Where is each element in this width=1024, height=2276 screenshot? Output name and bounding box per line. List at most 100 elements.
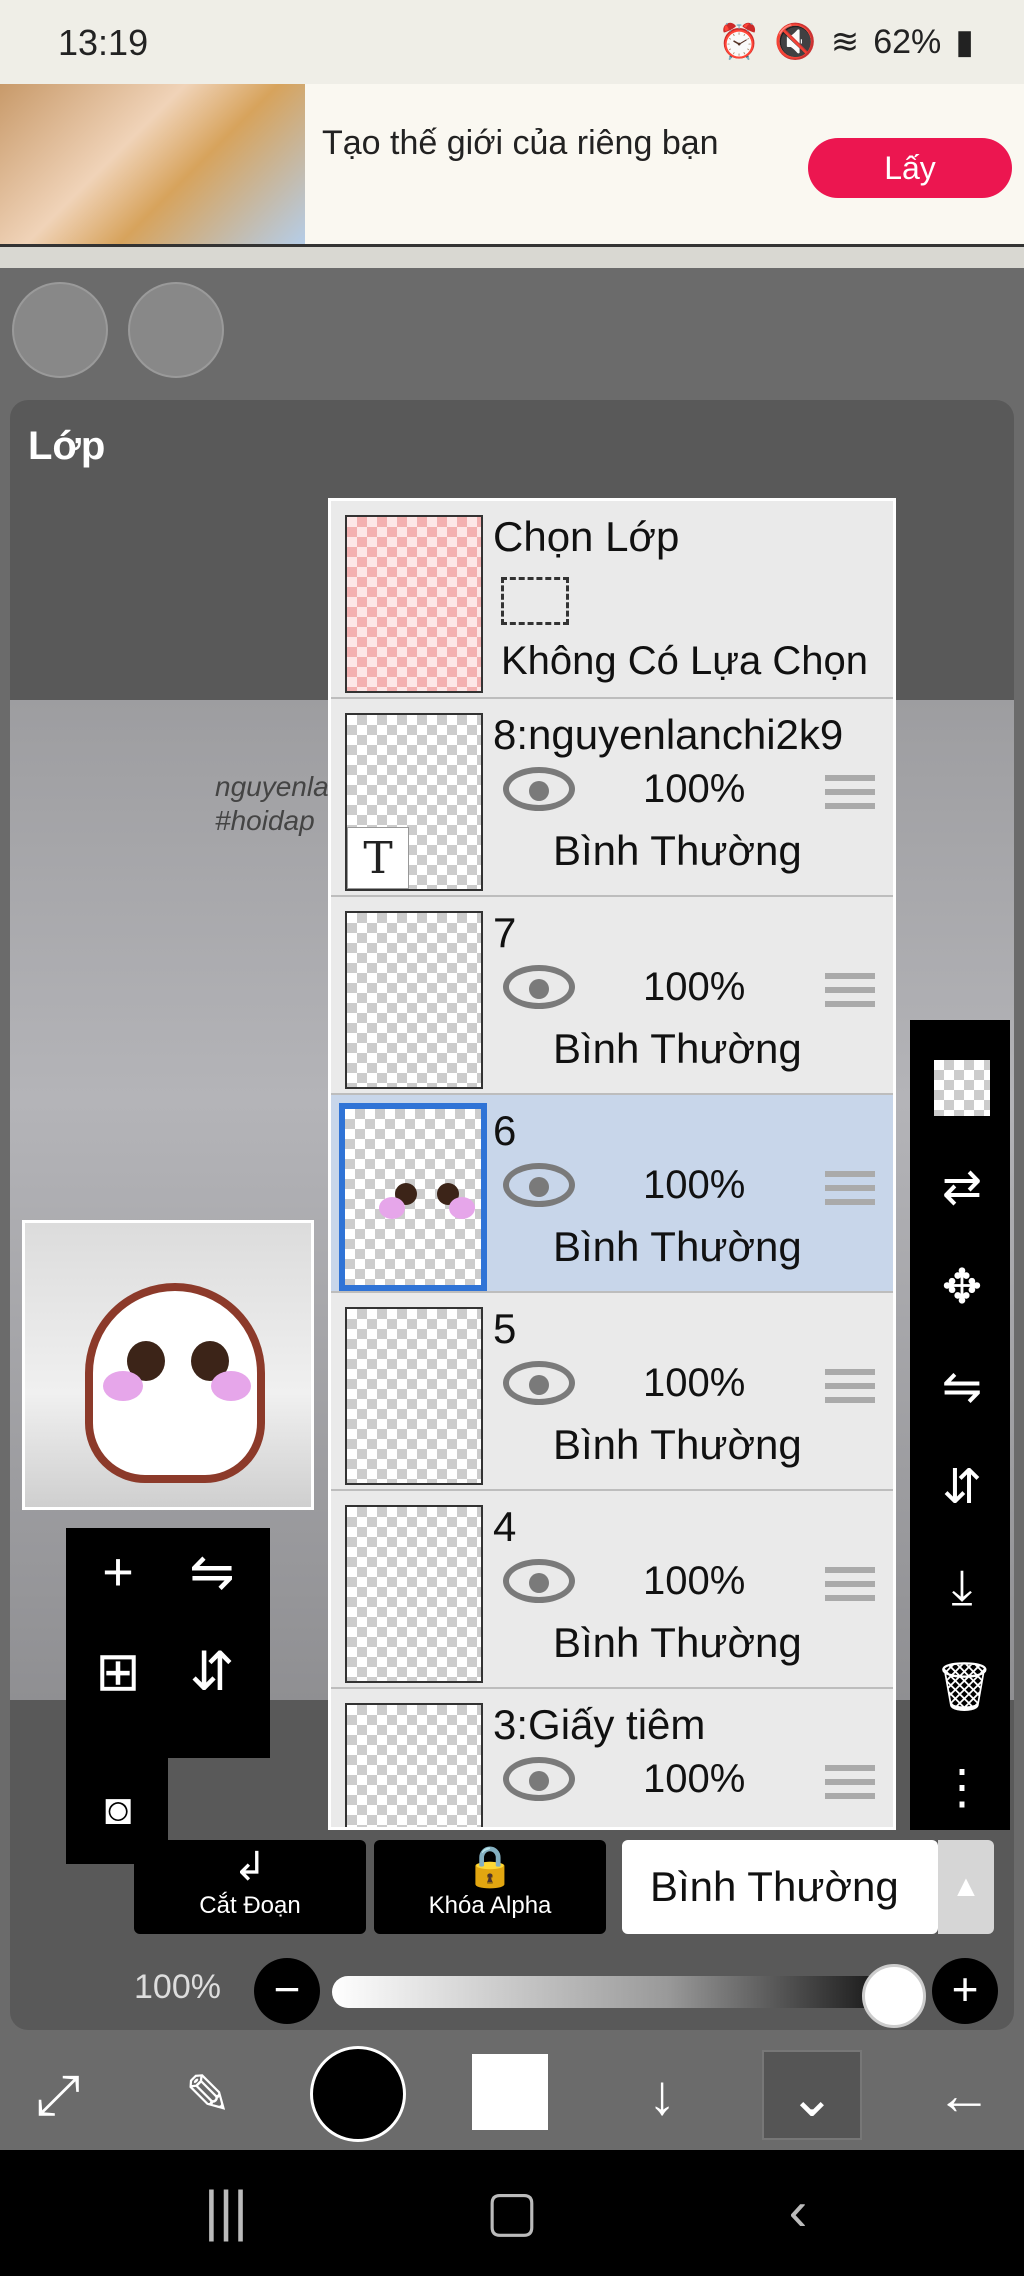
recent-apps-icon[interactable]: ||| — [186, 2178, 266, 2243]
flip-vertical-icon[interactable]: ⇵ — [182, 1642, 242, 1702]
eye-icon[interactable] — [503, 1757, 575, 1801]
flip-horizontal-icon[interactable]: ⇋ — [182, 1542, 242, 1602]
layer-opacity: 100% — [643, 1559, 746, 1603]
mute-icon: 🔇 — [774, 23, 817, 61]
status-time: 13:19 — [58, 22, 149, 63]
camera-icon[interactable]: ◙ — [88, 1780, 148, 1840]
ad-banner[interactable]: Tạo thế giới của riêng bạn Lấy — [0, 84, 1024, 244]
text-layer-icon: T — [347, 827, 409, 889]
panel-title: Lớp — [28, 424, 106, 468]
swap-layer-icon[interactable]: ⇄ — [934, 1160, 990, 1216]
selection-thumbnail — [345, 515, 483, 693]
checker-icon[interactable] — [934, 1060, 990, 1116]
layer-row-4[interactable]: 4 100% Bình Thường — [331, 1491, 893, 1689]
layer-right-tools: ⇄ ✥ ⇋ ⇵ ⤓ 🗑 ⋮ — [910, 1020, 1010, 1830]
eye-icon[interactable] — [503, 1163, 575, 1207]
add-layer-icon[interactable]: + — [88, 1542, 148, 1602]
status-icons: ⏰ 🔇 ≋ 62% ▮ — [718, 22, 974, 62]
blend-mode-arrow-icon[interactable]: ▲ — [938, 1840, 994, 1934]
merge-down-icon[interactable]: ⤓ — [934, 1560, 990, 1616]
canvas-preview[interactable] — [22, 1220, 314, 1510]
ad-text: Tạo thế giới của riêng bạn — [322, 124, 719, 162]
layer-panel: Lớp nguyenla #hoidap + ⇋ ⊞ ⇵ ◙ Chọn Lớp … — [10, 400, 1014, 2030]
opacity-decrease-button[interactable]: − — [254, 1958, 320, 2024]
opacity-slider-thumb[interactable] — [862, 1964, 926, 2028]
undo-redo-row — [0, 268, 1024, 398]
flip-vertical-icon[interactable]: ⇵ — [934, 1460, 990, 1516]
home-icon[interactable]: ▢ — [472, 2178, 552, 2244]
watermark-line2: #hoidap — [215, 805, 315, 836]
layer-name: 7 — [493, 909, 517, 956]
drag-handle-icon[interactable] — [825, 1567, 875, 1607]
layers-toggle-icon[interactable]: ⌄ — [762, 2050, 862, 2140]
back-icon[interactable]: ‹ — [758, 2178, 838, 2243]
secondary-color-swatch[interactable] — [472, 2054, 548, 2130]
layer-row-3[interactable]: 3:Giấy tiêm 100% — [331, 1689, 893, 1827]
alpha-lock-button[interactable]: 🔒 Khóa Alpha — [374, 1840, 606, 1934]
battery-icon: ▮ — [955, 23, 974, 61]
layer-opacity: 100% — [643, 1361, 746, 1405]
divider — [0, 244, 1024, 268]
layer-thumbnail — [345, 1703, 483, 1827]
ad-image[interactable] — [0, 84, 305, 244]
down-arrow-icon[interactable]: ↓ — [612, 2050, 712, 2140]
opacity-increase-button[interactable]: + — [932, 1958, 998, 2024]
layer-blend-mode: Bình Thường — [553, 1223, 802, 1270]
layer-opacity: 100% — [643, 1163, 746, 1207]
drag-handle-icon[interactable] — [825, 973, 875, 1013]
selection-marquee-icon — [501, 577, 569, 625]
move-icon[interactable]: ✥ — [934, 1260, 990, 1316]
layer-blend-mode: Bình Thường — [553, 1421, 802, 1468]
layer-row-7[interactable]: 7 100% Bình Thường — [331, 897, 893, 1095]
layer-blend-mode: Bình Thường — [553, 1619, 802, 1666]
blend-mode-select[interactable]: Bình Thường — [622, 1840, 938, 1934]
opacity-value: 100% — [134, 1968, 221, 2006]
layer-row-5[interactable]: 5 100% Bình Thường — [331, 1293, 893, 1491]
selection-layer-row[interactable]: Chọn Lớp Không Có Lựa Chọn — [331, 501, 893, 699]
layer-opacity: 100% — [643, 1757, 746, 1801]
ad-get-button[interactable]: Lấy — [808, 138, 1012, 198]
eye-icon[interactable] — [503, 767, 575, 811]
back-arrow-icon[interactable]: ← — [914, 2050, 1014, 2140]
brush-tool-icon[interactable]: ✎ — [158, 2050, 258, 2140]
primary-color-swatch[interactable] — [310, 2046, 406, 2142]
drag-handle-icon[interactable] — [825, 1171, 875, 1211]
redo-button[interactable] — [128, 282, 224, 378]
undo-button[interactable] — [12, 282, 108, 378]
more-icon[interactable]: ⋮ — [934, 1760, 990, 1816]
drag-handle-icon[interactable] — [825, 1765, 875, 1805]
layer-bottom-controls: ↲ Cắt Đoạn 🔒 Khóa Alpha Bình Thường ▲ 10… — [10, 1840, 1014, 2030]
trash-icon[interactable]: 🗑 — [934, 1660, 995, 1716]
clip-label: Cắt Đoạn — [199, 1892, 301, 1919]
opacity-slider[interactable] — [332, 1976, 892, 2008]
transform-tool-icon[interactable]: ⤢ — [8, 2050, 108, 2140]
layer-opacity: 100% — [643, 965, 746, 1009]
main-toolbar: ⤢ ✎ ↓ ⌄ ← — [0, 2040, 1024, 2150]
eye-icon[interactable] — [503, 1361, 575, 1405]
layer-name: 8:nguyenlanchi2k9 — [493, 711, 844, 758]
eye-icon[interactable] — [503, 1559, 575, 1603]
alpha-lock-label: Khóa Alpha — [428, 1892, 552, 1919]
layer-thumbnail: T — [345, 713, 483, 891]
layer-thumbnail — [345, 1505, 483, 1683]
watermark-line1: nguyenla — [215, 771, 329, 802]
add-layer-copy-icon[interactable]: ⊞ — [88, 1642, 148, 1702]
layer-row-6[interactable]: 6 100% Bình Thường — [331, 1095, 893, 1293]
clip-button[interactable]: ↲ Cắt Đoạn — [134, 1840, 366, 1934]
drag-handle-icon[interactable] — [825, 1369, 875, 1409]
wifi-icon: ≋ — [830, 23, 860, 61]
layers-list[interactable]: Chọn Lớp Không Có Lựa Chọn T 8:nguyenlan… — [328, 498, 896, 1830]
layer-name: 4 — [493, 1503, 517, 1550]
layer-blend-mode: Bình Thường — [553, 1025, 802, 1072]
layer-thumbnail — [345, 911, 483, 1089]
layer-left-tools: + ⇋ ⊞ ⇵ — [66, 1528, 270, 1758]
layer-name: 6 — [493, 1107, 517, 1154]
character-drawing — [85, 1283, 265, 1483]
layer-row-8[interactable]: T 8:nguyenlanchi2k9 100% Bình Thường — [331, 699, 893, 897]
status-bar: 13:19 ⏰ 🔇 ≋ 62% ▮ — [0, 0, 1024, 84]
layer-name: 5 — [493, 1305, 517, 1352]
eye-icon[interactable] — [503, 965, 575, 1009]
flip-horizontal-icon[interactable]: ⇋ — [934, 1360, 990, 1416]
canvas-watermark: nguyenla #hoidap — [215, 770, 329, 838]
drag-handle-icon[interactable] — [825, 775, 875, 815]
